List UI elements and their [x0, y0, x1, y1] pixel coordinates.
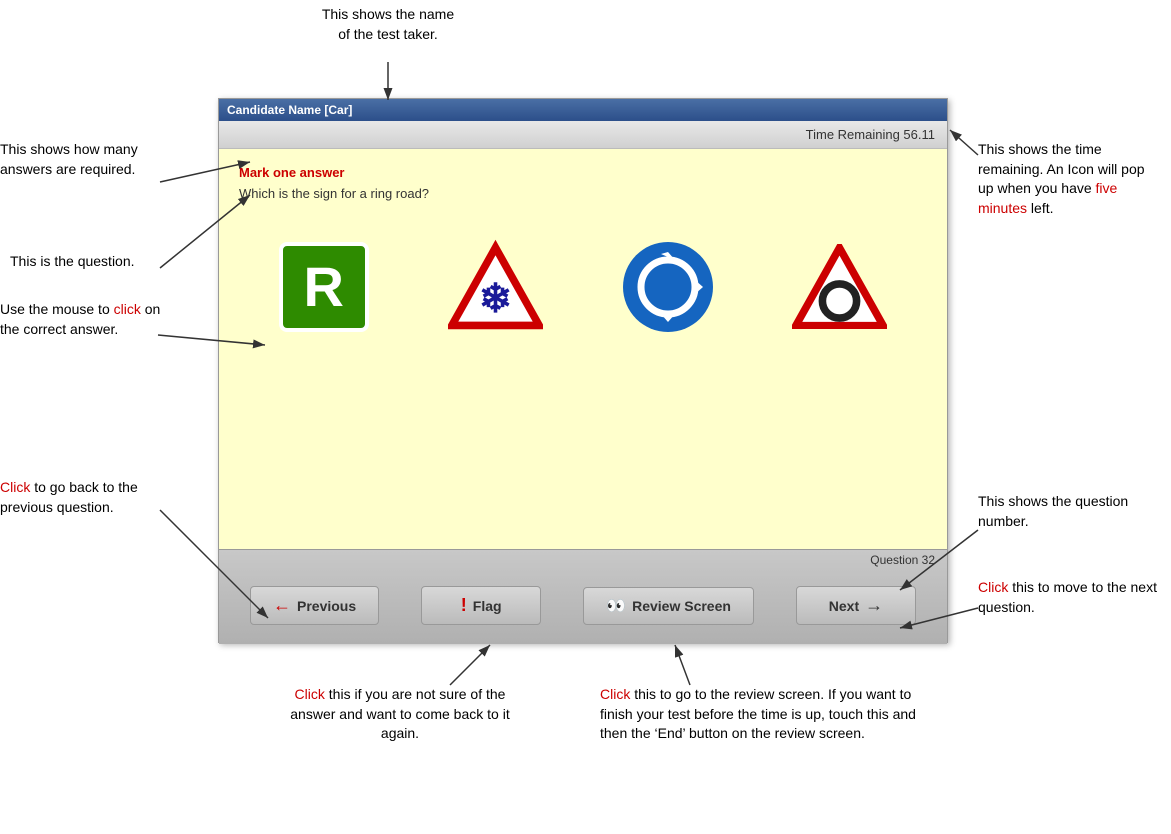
- annotation-click-back: Click to go back to the previous questio…: [0, 478, 165, 517]
- previous-label: Previous: [297, 598, 356, 614]
- answer-option-b[interactable]: ❄: [440, 231, 551, 342]
- timer-label: Time Remaining 56.11: [806, 127, 935, 142]
- mark-instruction: Mark one answer: [239, 165, 927, 180]
- question-number: Question 32: [870, 553, 935, 567]
- answer-option-a[interactable]: R: [271, 234, 377, 340]
- annotation-click-red: click: [114, 301, 141, 317]
- svg-text:❄: ❄: [479, 277, 512, 321]
- answers-row: R ❄: [239, 231, 927, 342]
- annotation-five-minutes: five minutes: [978, 180, 1117, 216]
- review-screen-button[interactable]: 👀 Review Screen: [583, 587, 754, 625]
- previous-button[interactable]: ← Previous: [250, 586, 379, 625]
- annotation-title: This shows the nameof the test taker.: [298, 5, 478, 44]
- flag-button[interactable]: ! Flag: [421, 586, 541, 625]
- annotation-question: This is the question.: [10, 252, 165, 272]
- review-label: Review Screen: [632, 598, 731, 614]
- flag-icon: !: [461, 595, 467, 616]
- annotation-time: This shows the time remaining. An Icon w…: [978, 140, 1163, 218]
- title-bar: Candidate Name [Car]: [219, 99, 947, 121]
- annotation-click-red-3: Click: [978, 579, 1008, 595]
- annotation-click-red-2: Click: [0, 479, 30, 495]
- question-text: Which is the sign for a ring road?: [239, 186, 927, 201]
- arrow-left-icon: ←: [273, 595, 291, 616]
- arrow-right-icon: →: [865, 595, 883, 616]
- annotation-next-text: Click this to move to the next question.: [978, 579, 1157, 615]
- answer-option-c[interactable]: [615, 234, 721, 340]
- sign-green-r: R: [279, 242, 369, 332]
- question-area: Mark one answer Which is the sign for a …: [219, 149, 947, 549]
- annotation-click-back-text: Click to go back to the previous questio…: [0, 479, 138, 515]
- annotation-flag-text: Click this if you are not sure of the an…: [290, 686, 509, 741]
- annotation-click-red-4: Click: [295, 686, 325, 702]
- sign-roundabout-circle: [623, 242, 713, 332]
- annotation-time-text: This shows the time remaining. An Icon w…: [978, 141, 1145, 216]
- review-icon: 👀: [606, 596, 626, 616]
- annotation-next: Click this to move to the next question.: [978, 578, 1163, 617]
- question-number-row: Question 32: [219, 550, 947, 567]
- answer-option-d[interactable]: [784, 231, 895, 342]
- next-button[interactable]: Next →: [796, 586, 916, 625]
- timer-bar: Time Remaining 56.11: [219, 121, 947, 149]
- test-window: Candidate Name [Car] Time Remaining 56.1…: [218, 98, 948, 643]
- annotation-flag: Click this if you are not sure of the an…: [285, 685, 515, 744]
- annotation-review: Click this to go to the review screen. I…: [600, 685, 920, 744]
- nav-buttons: ← Previous ! Flag 👀 Review Screen Next →: [219, 567, 947, 644]
- annotation-click-red-5: Click: [600, 686, 630, 702]
- annotation-question-text: This is the question.: [10, 253, 135, 269]
- window-title: Candidate Name [Car]: [227, 103, 352, 117]
- annotation-answers-text: This shows how many answers are required…: [0, 141, 138, 177]
- sign-ring-triangle: [792, 239, 887, 334]
- annotation-title-text: This shows the nameof the test taker.: [322, 6, 454, 42]
- annotation-review-text: Click this to go to the review screen. I…: [600, 686, 916, 741]
- annotation-mouse-text: Use the mouse to click on the correct an…: [0, 301, 160, 337]
- annotation-answers-required: This shows how many answers are required…: [0, 140, 165, 179]
- next-label: Next: [829, 598, 859, 614]
- bottom-bar: Question 32 ← Previous ! Flag 👀 Review S…: [219, 549, 947, 644]
- annotation-mouse: Use the mouse to click on the correct an…: [0, 300, 165, 339]
- flag-label: Flag: [473, 598, 502, 614]
- annotation-question-num: This shows the question number.: [978, 492, 1153, 531]
- annotation-question-num-text: This shows the question number.: [978, 493, 1128, 529]
- sign-snowflake-triangle: ❄: [448, 239, 543, 334]
